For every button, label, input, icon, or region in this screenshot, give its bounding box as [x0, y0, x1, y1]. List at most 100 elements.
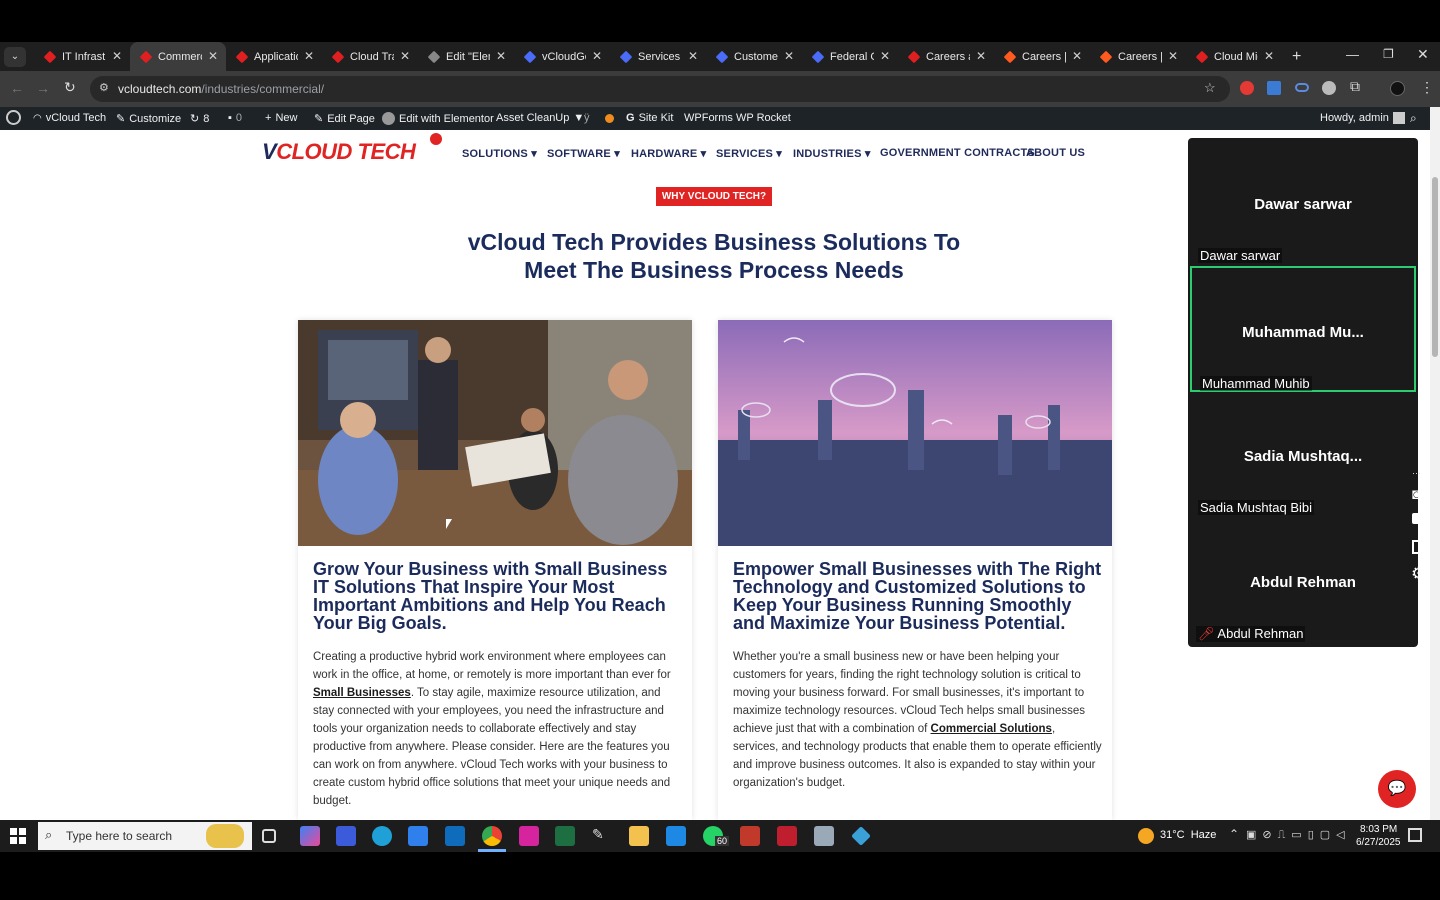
- app-diamond-icon[interactable]: [851, 826, 871, 846]
- clock-date[interactable]: 6/27/2025: [1356, 837, 1401, 848]
- weather-text[interactable]: 31°C Haze: [1160, 829, 1216, 841]
- window-icon[interactable]: [1412, 540, 1429, 554]
- chrome-icon[interactable]: [482, 826, 502, 846]
- nav-government-contracts[interactable]: GOVERNMENT CONTRACTS: [880, 147, 1035, 159]
- wp-site-kit-link[interactable]: G Site Kit: [626, 112, 673, 124]
- wp-howdy-link[interactable]: Howdy, admin: [1320, 112, 1405, 124]
- clock-time[interactable]: 8:03 PM: [1360, 824, 1397, 835]
- camera-icon[interactable]: ◙: [1412, 486, 1421, 503]
- edge-icon[interactable]: [372, 826, 392, 846]
- instagram-icon[interactable]: [519, 826, 539, 846]
- profile-avatar[interactable]: [1390, 81, 1405, 96]
- search-icon[interactable]: ⌕: [1410, 111, 1417, 126]
- browser-tab[interactable]: Careers at ✕: [898, 42, 994, 71]
- tray-chevron-icon[interactable]: ⌃: [1229, 827, 1239, 841]
- browser-tab[interactable]: Applicatio ✕: [226, 42, 322, 71]
- minimize-button[interactable]: —: [1346, 47, 1359, 62]
- wp-comments-link[interactable]: ▪ 0: [228, 112, 242, 124]
- page-scrollbar[interactable]: [1430, 107, 1440, 820]
- tab-close-icon[interactable]: ✕: [208, 49, 218, 63]
- bookmark-star-icon[interactable]: ☆: [1204, 80, 1216, 96]
- browser-tab[interactable]: Services - ✕: [610, 42, 706, 71]
- restore-button[interactable]: ❐: [1383, 47, 1394, 61]
- extension-red-icon[interactable]: [1240, 81, 1254, 95]
- site-logo[interactable]: VCLOUD TECH: [262, 133, 442, 165]
- tab-search-button[interactable]: ⌄: [4, 46, 26, 67]
- wp-edit-page-link[interactable]: ✎ Edit Page: [314, 112, 375, 126]
- windows-start-icon[interactable]: [10, 828, 26, 844]
- status-dot-icon[interactable]: [605, 114, 614, 123]
- taskbar-search-box[interactable]: ⌕ Type here to search: [38, 822, 252, 850]
- url-text[interactable]: vcloudtech.com/industries/commercial/: [118, 82, 324, 96]
- tab-close-icon[interactable]: ✕: [1072, 49, 1082, 63]
- outlook-icon[interactable]: [445, 826, 465, 846]
- participant-tile[interactable]: Sadia Mushtaq... Sadia Mushtaq Bibi: [1190, 392, 1416, 518]
- browser-tab[interactable]: Cloud Tran ✕: [322, 42, 418, 71]
- yoast-icon[interactable]: ÿ: [584, 112, 590, 124]
- file-explorer-icon[interactable]: [629, 826, 649, 846]
- scrollbar-thumb[interactable]: [1432, 177, 1438, 357]
- tab-close-icon[interactable]: ✕: [1168, 49, 1178, 63]
- filezilla-icon[interactable]: [777, 826, 797, 846]
- nav-hardware[interactable]: HARDWARE ▾: [631, 147, 706, 160]
- wordpress-logo-icon[interactable]: [6, 110, 21, 125]
- link-icon[interactable]: ⋯: [1412, 468, 1421, 479]
- close-window-button[interactable]: ✕: [1417, 46, 1429, 63]
- nav-services[interactable]: SERVICES ▾: [716, 147, 782, 160]
- tab-close-icon[interactable]: ✕: [112, 49, 122, 63]
- wp-updates-link[interactable]: ↻ 8: [190, 112, 209, 126]
- browser-tab[interactable]: Careers | A ✕: [1090, 42, 1186, 71]
- browser-tab[interactable]: vCloudGo ✕: [514, 42, 610, 71]
- browser-tab[interactable]: Commerci ✕: [130, 42, 226, 71]
- task-view-icon[interactable]: [262, 829, 276, 843]
- wp-asset-cleanup-link[interactable]: Asset CleanUp ▼: [496, 112, 584, 124]
- outlook-mail-icon[interactable]: [666, 826, 686, 846]
- omnibox[interactable]: ⚙ vcloudtech.com/industries/commercial/ …: [90, 76, 1230, 102]
- new-tab-button[interactable]: +: [1292, 48, 1301, 66]
- wp-site-link[interactable]: ◠ vCloud Tech: [33, 112, 106, 124]
- settings-gear-icon[interactable]: ⚙: [1411, 564, 1426, 584]
- tab-close-icon[interactable]: ✕: [784, 49, 794, 63]
- nav-software[interactable]: SOFTWARE ▾: [547, 147, 620, 160]
- site-info-icon[interactable]: ⚙: [99, 81, 109, 94]
- notification-icon[interactable]: [1408, 828, 1422, 842]
- whatsapp-icon[interactable]: 60: [703, 826, 730, 846]
- small-businesses-link[interactable]: Small Businesses: [313, 687, 411, 699]
- zoho-icon[interactable]: [336, 826, 356, 846]
- wp-elementor-link[interactable]: Edit with Elementor: [382, 112, 494, 125]
- pen-icon[interactable]: ✎: [592, 826, 612, 846]
- network-app-icon[interactable]: [814, 826, 834, 846]
- excel-icon[interactable]: [555, 826, 575, 846]
- tab-close-icon[interactable]: ✕: [304, 49, 314, 63]
- tab-close-icon[interactable]: ✕: [496, 49, 506, 63]
- chrome-menu-icon[interactable]: ⋮: [1420, 79, 1434, 96]
- browser-tab[interactable]: Cloud Mig ✕: [1186, 42, 1282, 71]
- vscode-icon[interactable]: [408, 826, 428, 846]
- tab-close-icon[interactable]: ✕: [592, 49, 602, 63]
- copilot-icon[interactable]: [300, 826, 320, 846]
- browser-tab[interactable]: Edit "Eleme ✕: [418, 42, 514, 71]
- extension-blue-icon[interactable]: [1267, 81, 1281, 95]
- tab-close-icon[interactable]: ✕: [688, 49, 698, 63]
- chat-bubble-button[interactable]: 💬: [1378, 770, 1416, 808]
- browser-tab[interactable]: Customer ✕: [706, 42, 802, 71]
- reload-icon[interactable]: ↻: [64, 79, 76, 96]
- browser-tab[interactable]: IT Infrastru ✕: [34, 42, 130, 71]
- tray-icons[interactable]: ▣⊘⎍▭▯▢◁: [1246, 828, 1351, 842]
- extension-globe-icon[interactable]: [1322, 81, 1336, 95]
- participant-tile[interactable]: Abdul Rehman 🎤︎ Abdul Rehman: [1190, 518, 1416, 644]
- wp-rocket-link[interactable]: WP Rocket: [736, 112, 791, 124]
- wp-customize-link[interactable]: ✎ Customize: [116, 112, 181, 126]
- participant-tile-active[interactable]: Muhammad Mu... Muhammad Muhib: [1190, 266, 1416, 392]
- extensions-puzzle-icon[interactable]: ⧉: [1350, 78, 1360, 95]
- tab-close-icon[interactable]: ✕: [976, 49, 986, 63]
- video-icon[interactable]: [1412, 513, 1429, 524]
- tab-close-icon[interactable]: ✕: [1264, 49, 1274, 63]
- browser-tab[interactable]: Careers | A ✕: [994, 42, 1090, 71]
- nav-solutions[interactable]: SOLUTIONS ▾: [462, 147, 537, 160]
- weather-icon[interactable]: [1138, 828, 1154, 844]
- wp-wpforms-link[interactable]: WPForms: [684, 112, 733, 124]
- participant-tile[interactable]: Dawar sarwar Dawar sarwar: [1190, 140, 1416, 266]
- browser-tab[interactable]: Federal Go ✕: [802, 42, 898, 71]
- nav-about-us[interactable]: ABOUT US: [1026, 147, 1085, 159]
